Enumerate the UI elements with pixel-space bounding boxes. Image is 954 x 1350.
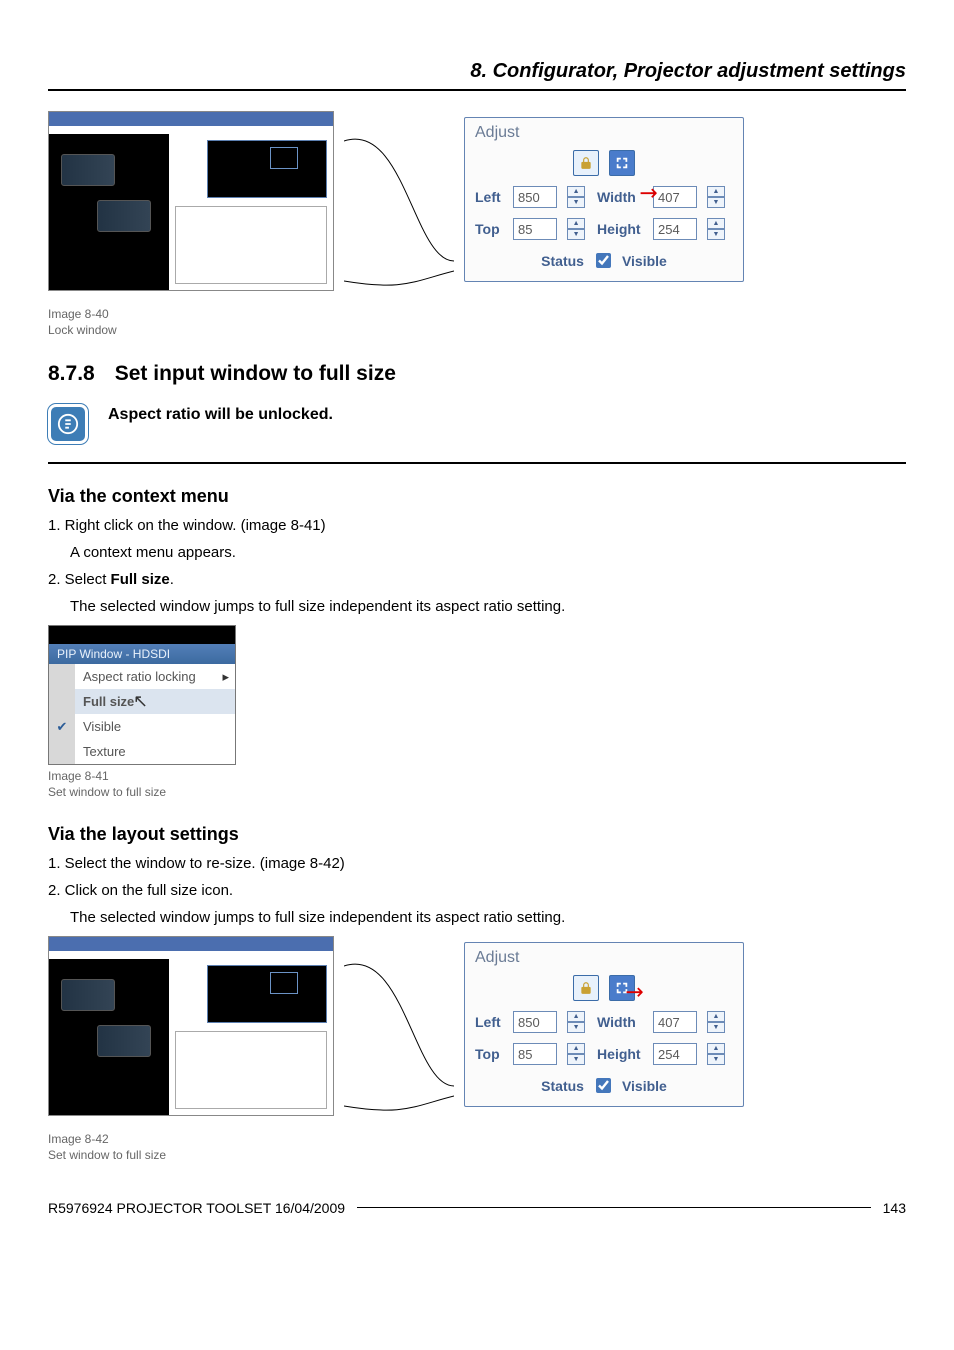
page-header-title: 8. Configurator, Projector adjustment se… [48, 60, 906, 83]
step-2-result: The selected window jumps to full size i… [70, 598, 906, 615]
fullsize-icon[interactable] [609, 150, 635, 176]
pip-window-title: PIP Window - HDSDI [49, 644, 235, 664]
visible-check-icon: ✔ [49, 714, 75, 739]
layout-step-1: 1. Select the window to re-size. (image … [48, 855, 906, 872]
left-input[interactable] [513, 186, 557, 208]
left-spinner-2[interactable]: ▲▼ [567, 1011, 585, 1033]
doc-id: R5976924 PROJECTOR TOOLSET 16/04/2009 [48, 1200, 345, 1216]
menu-item-full-size[interactable]: Full size ↖ [75, 689, 235, 714]
height-label: Height [597, 221, 649, 237]
menu-item-texture[interactable]: Texture [75, 739, 235, 764]
figure-8-42: Adjust ↘ Left ▲▼ Width ▲▼ Top ▲▼ Height … [48, 936, 906, 1126]
callout-connector-2 [344, 936, 454, 1126]
cursor-icon: ↖ [133, 691, 148, 712]
submenu-arrow-icon: ▸ [222, 669, 229, 685]
context-menu-screenshot: PIP Window - HDSDI Aspect ratio locking … [48, 625, 236, 765]
left-input-2[interactable] [513, 1011, 557, 1033]
height-input[interactable] [653, 218, 697, 240]
width-input-2[interactable] [653, 1011, 697, 1033]
step-1: 1. Right click on the window. (image 8-4… [48, 517, 906, 561]
adjust-panel: Adjust ↘ Left ▲▼ Width ▲▼ Top ▲▼ Height … [464, 117, 744, 282]
visible-label: Visible [622, 253, 667, 269]
header-rule [48, 89, 906, 91]
lock-icon[interactable] [573, 150, 599, 176]
height-spinner-2[interactable]: ▲▼ [707, 1043, 725, 1065]
width-label-2: Width [597, 1014, 649, 1030]
visible-checkbox[interactable] [596, 253, 611, 268]
figure-8-40: Adjust ↘ Left ▲▼ Width ▲▼ Top ▲▼ Height … [48, 111, 906, 301]
app-screenshot-thumb-2 [48, 936, 334, 1116]
step-2: 2. Select Full size. The selected window… [48, 571, 906, 615]
left-label-2: Left [475, 1014, 509, 1030]
section-number: 8.7.8 [48, 362, 95, 386]
top-label: Top [475, 221, 509, 237]
menu-item-visible[interactable]: Visible [75, 714, 235, 739]
left-spinner[interactable]: ▲▼ [567, 186, 585, 208]
step-1-result: A context menu appears. [70, 544, 906, 561]
height-input-2[interactable] [653, 1043, 697, 1065]
height-label-2: Height [597, 1046, 649, 1062]
app-screenshot-thumb [48, 111, 334, 291]
width-spinner-2[interactable]: ▲▼ [707, 1011, 725, 1033]
top-input-2[interactable] [513, 1043, 557, 1065]
width-spinner[interactable]: ▲▼ [707, 186, 725, 208]
height-spinner[interactable]: ▲▼ [707, 218, 725, 240]
layout-step-2: 2. Click on the full size icon. [48, 882, 906, 899]
top-input[interactable] [513, 218, 557, 240]
fullsize-icon-2[interactable] [609, 975, 635, 1001]
figure-8-42-caption: Image 8-42 Set window to full size [48, 1132, 906, 1163]
visible-checkbox-2[interactable] [596, 1078, 611, 1093]
subheading-layout-settings: Via the layout settings [48, 824, 906, 845]
page-footer: R5976924 PROJECTOR TOOLSET 16/04/2009 14… [48, 1200, 906, 1216]
subheading-context-menu: Via the context menu [48, 486, 906, 507]
visible-label-2: Visible [622, 1078, 667, 1094]
adjust-panel-2: Adjust ↘ Left ▲▼ Width ▲▼ Top ▲▼ Height … [464, 942, 744, 1107]
lock-icon-2[interactable] [573, 975, 599, 1001]
note-text: Aspect ratio will be unlocked. [108, 404, 333, 424]
menu-item-aspect-locking[interactable]: Aspect ratio locking ▸ [75, 664, 235, 689]
note-box: Aspect ratio will be unlocked. [48, 404, 906, 444]
callout-connector [344, 111, 454, 301]
note-icon [48, 404, 88, 444]
figure-8-40-caption: Image 8-40 Lock window [48, 307, 906, 338]
adjust-title-2: Adjust [475, 949, 733, 967]
status-label-2: Status [541, 1078, 584, 1094]
width-label: Width [597, 189, 649, 205]
section-heading: 8.7.8 Set input window to full size [48, 362, 906, 386]
status-label: Status [541, 253, 584, 269]
page-number: 143 [883, 1200, 906, 1216]
top-label-2: Top [475, 1046, 509, 1062]
top-spinner-2[interactable]: ▲▼ [567, 1043, 585, 1065]
top-spinner[interactable]: ▲▼ [567, 218, 585, 240]
layout-step-2-result: The selected window jumps to full size i… [70, 909, 906, 926]
width-input[interactable] [653, 186, 697, 208]
section-title: Set input window to full size [115, 362, 396, 386]
figure-8-41-caption: Image 8-41 Set window to full size [48, 769, 906, 800]
left-label: Left [475, 189, 509, 205]
adjust-title: Adjust [475, 124, 733, 142]
